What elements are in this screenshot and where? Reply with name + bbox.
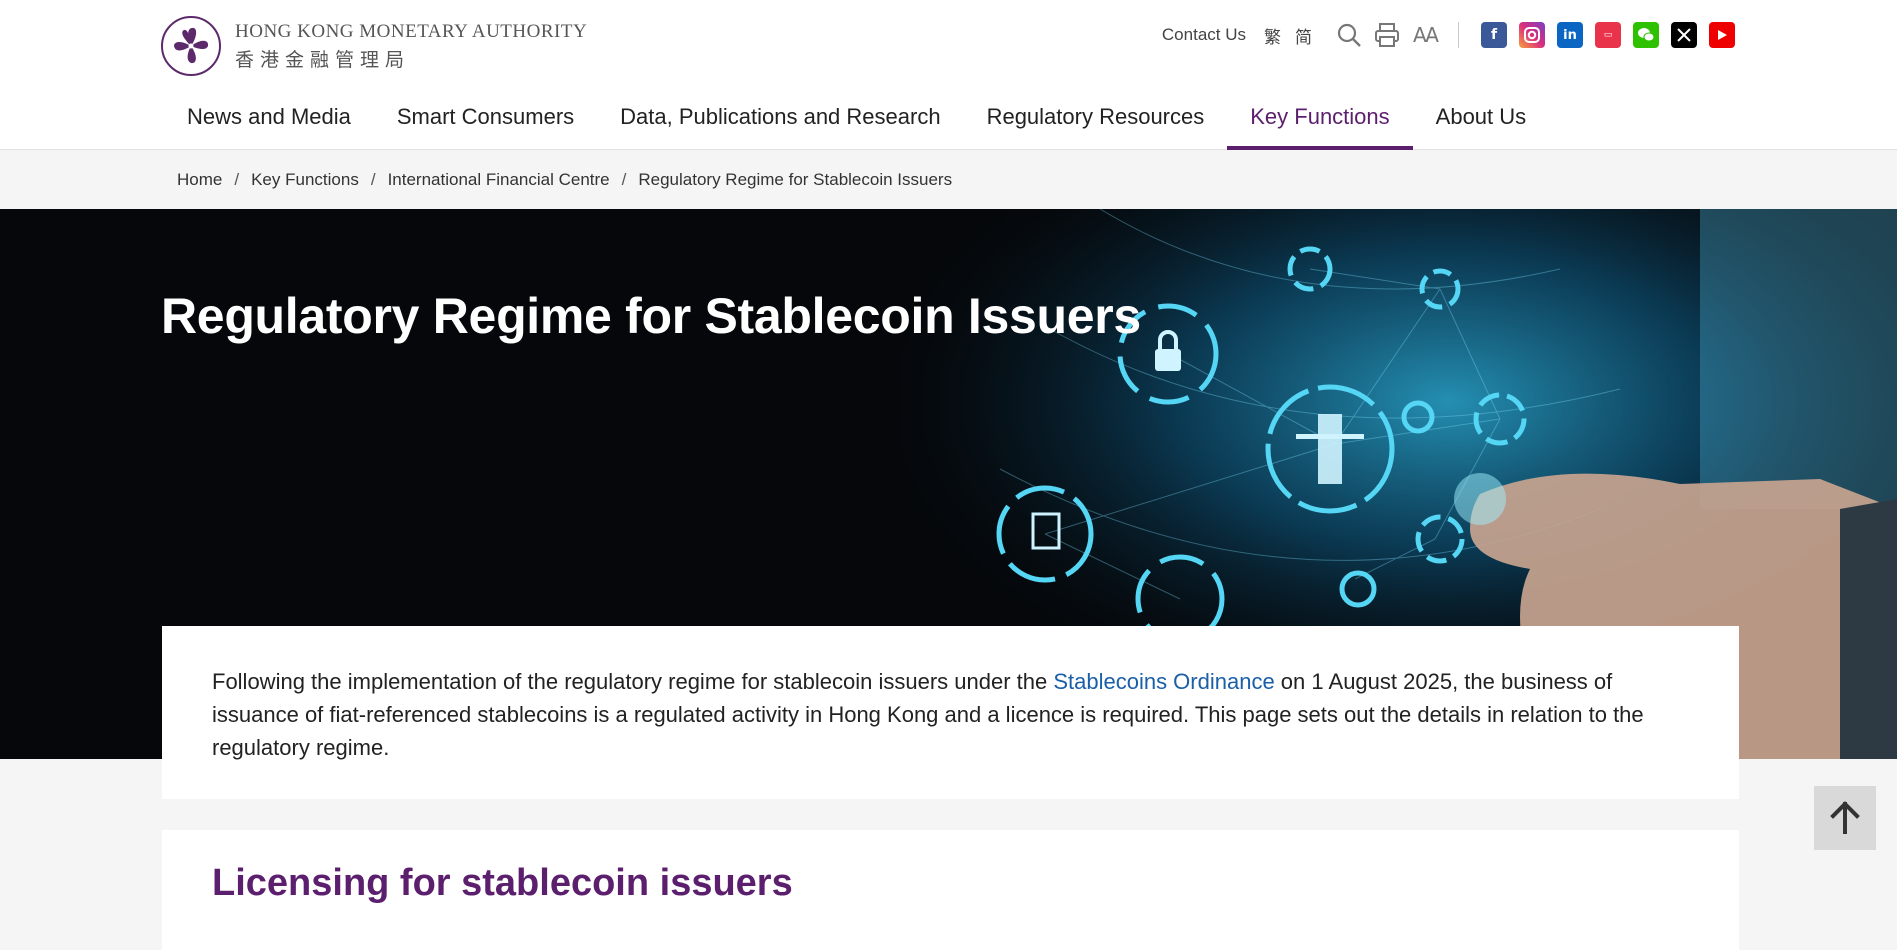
linkedin-icon[interactable]: in [1557,22,1583,48]
nav-item-data-publications-and-research[interactable]: Data, Publications and Research [597,94,963,150]
nav-item-about-us[interactable]: About Us [1413,94,1550,150]
font-size-icon[interactable]: AA [1410,20,1440,50]
breadcrumb: Home / Key Functions / International Financi… [177,170,952,190]
nav-item-regulatory-resources[interactable]: Regulatory Resources [964,94,1228,150]
stablecoins-ordinance-link[interactable]: Stablecoins Ordinance [1053,669,1274,694]
site-header: HONG KONG MONETARY AUTHORITY 香港金融管理局 Con… [0,0,1897,150]
licensing-section: Licensing for stablecoin issuers [162,830,1739,950]
breadcrumb-item[interactable]: Key Functions [251,170,359,190]
intro-paragraph: Following the implementation of the regu… [212,665,1689,764]
nav-item-key-functions[interactable]: Key Functions [1227,94,1414,150]
bauhinia-logo-icon [161,16,221,76]
wechat-icon[interactable] [1633,22,1659,48]
utility-bar: Contact Us 繁 简 AA f in ▭ [1162,20,1735,50]
breadcrumb-item[interactable]: Home [177,170,222,190]
divider [1458,22,1459,48]
breadcrumb-separator: / [370,170,376,189]
logo-name-en: HONG KONG MONETARY AUTHORITY [235,20,588,42]
intro-card: Following the implementation of the regu… [162,626,1739,799]
print-icon[interactable] [1372,20,1402,50]
hkma-logo[interactable]: HONG KONG MONETARY AUTHORITY 香港金融管理局 [161,16,587,76]
breadcrumb-separator: / [621,170,627,189]
logo-name-zh: 香港金融管理局 [235,48,411,71]
arrow-up-icon [1830,801,1860,834]
search-icon[interactable] [1334,20,1364,50]
font-size-label: AA [1413,23,1439,47]
page-title: Regulatory Regime for Stablecoin Issuers [161,288,1141,344]
x-icon[interactable] [1671,22,1697,48]
nav-item-news-and-media[interactable]: News and Media [164,94,374,150]
nav-item-smart-consumers[interactable]: Smart Consumers [374,94,597,150]
main-nav: News and Media Smart Consumers Data, Publi… [164,94,1549,150]
contact-us-link[interactable]: Contact Us [1162,25,1246,45]
breadcrumb-item: Regulatory Regime for Stablecoin Issuers [638,170,953,189]
logo-text: HONG KONG MONETARY AUTHORITY 香港金融管理局 [235,21,587,72]
youtube-icon[interactable] [1709,22,1735,48]
section-heading: Licensing for stablecoin issuers [212,862,793,904]
lang-traditional-chinese[interactable]: 繁 [1264,23,1281,48]
breadcrumb-separator: / [234,170,240,189]
intro-text-before: Following the implementation of the regu… [212,669,1054,694]
instagram-icon[interactable] [1519,22,1545,48]
lang-simplified-chinese[interactable]: 简 [1295,23,1312,48]
weibo-icon[interactable]: ▭ [1595,22,1621,48]
breadcrumb-item[interactable]: International Financial Centre [388,170,610,190]
back-to-top-button[interactable] [1814,786,1876,850]
facebook-icon[interactable]: f [1481,22,1507,48]
